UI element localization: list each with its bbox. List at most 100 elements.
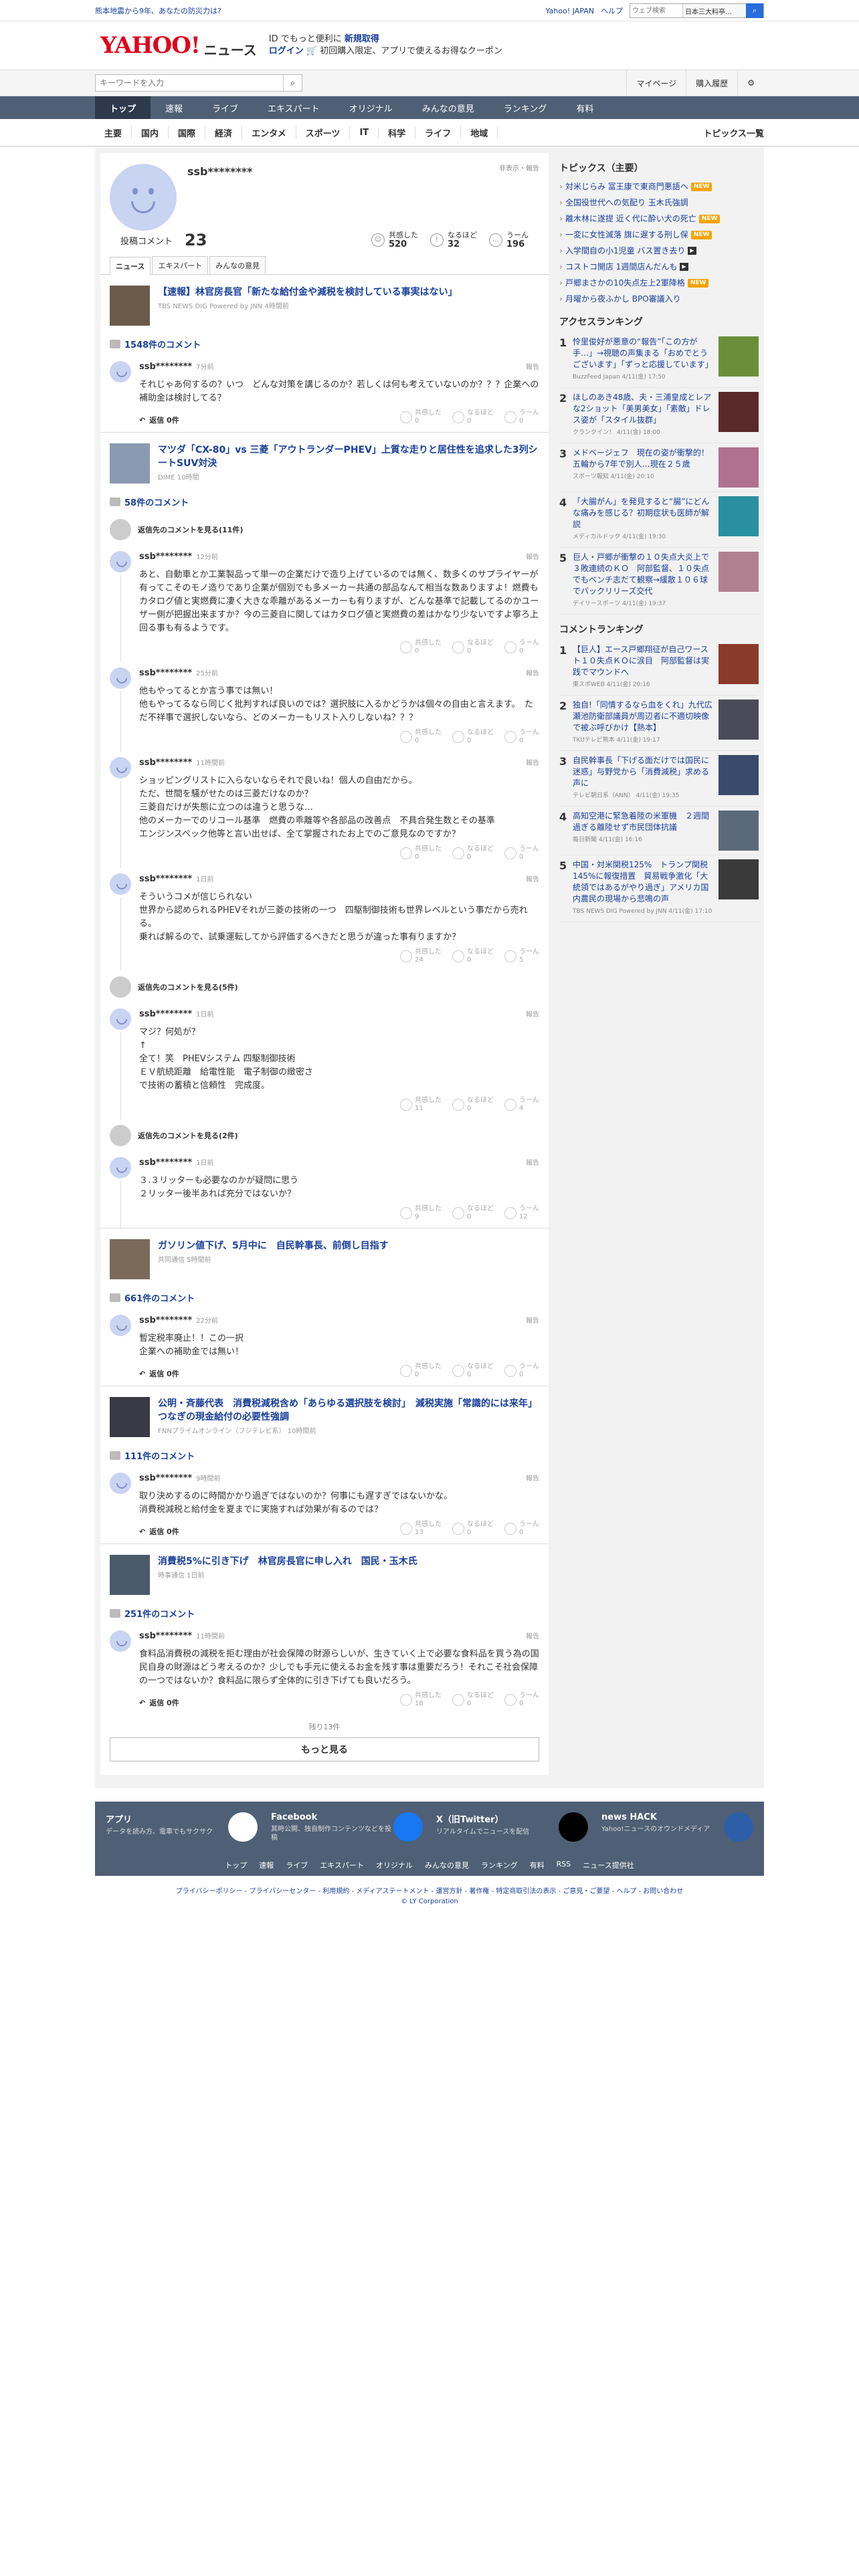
reply-button[interactable]: ↶ 返信 0件 xyxy=(139,415,179,425)
footer-link[interactable]: エキスパート xyxy=(320,1860,364,1870)
reply-button[interactable]: ↶ 返信 0件 xyxy=(139,1368,179,1379)
ranking-item[interactable]: 1 怜里俊好が悪意の“報告”「この方が手…」→視聴の声集まる「おめでとうございます… xyxy=(559,332,759,388)
reaction-umm-button[interactable]: うーん 0 xyxy=(504,845,539,861)
reaction-hmm-button[interactable]: なるほど 0 xyxy=(452,729,494,745)
rank-thumbnail[interactable] xyxy=(719,859,759,899)
footer-link[interactable]: トップ xyxy=(225,1860,247,1870)
report-link[interactable]: 報告 xyxy=(526,551,539,561)
report-link[interactable]: 報告 xyxy=(526,757,539,767)
reaction-umm-button[interactable]: うーん 12 xyxy=(504,1205,539,1221)
footer-app-0[interactable]: アプリ データを読み方、電車でもサクサク xyxy=(106,1812,258,1842)
rank-thumbnail[interactable] xyxy=(719,700,759,740)
rank-title[interactable]: 【巨人】エース戸郷翔征が自己ワースト１０失点ＫＯに涙目 阿部監督は実践でマウンド… xyxy=(573,644,714,691)
gnav-6[interactable]: ランキング xyxy=(489,96,562,119)
reaction-agree-button[interactable]: 共感した 0 xyxy=(400,729,442,745)
reaction-hmm-button[interactable]: なるほど 0 xyxy=(452,1205,494,1221)
hide-report-link[interactable]: 非表示・報告 xyxy=(499,163,539,173)
topic-item[interactable]: 対米じらみ 冨王康で東商門悪語へNEW xyxy=(559,179,759,195)
commenter-name[interactable]: ssb******** xyxy=(139,1009,192,1019)
rank-title[interactable]: 「大腸がん」を発見すると“腸”にどんな痛みを感じる？初期症状も医師が解説 メディカ… xyxy=(573,496,714,543)
category-9[interactable]: 地域 xyxy=(461,126,498,139)
topic-item[interactable]: 離木林に遂提 近く代に酔い犬の死亡NEW xyxy=(559,211,759,227)
category-6[interactable]: IT xyxy=(350,127,379,138)
footer-app-1[interactable]: Facebook 其時公開、独自制作コンテンツなどを投稿 xyxy=(271,1812,423,1842)
topic-title[interactable]: 離木林に遂提 近く代に酔い犬の死亡 xyxy=(565,211,696,227)
search-suggest[interactable]: 日本三大料亭… xyxy=(682,4,746,17)
topic-title[interactable]: 全国役世代への気配り 玉木氏強調 xyxy=(565,195,688,211)
rank-title[interactable]: 自民幹事長「下げる面だけでは国民に迷惑」与野党から「消費減税」求める声に テレビ朝… xyxy=(573,755,714,802)
ranking-item[interactable]: 4 高知空港に緊急着陸の米軍機 ２週間過ぎる離陸せず市民団体抗議 毎日新聞 4/11… xyxy=(559,807,759,855)
search-button[interactable]: ⌕ xyxy=(746,3,763,18)
login-link[interactable]: ログイン xyxy=(269,46,304,56)
comment-count-link[interactable]: 661件のコメント xyxy=(100,1286,549,1309)
reaction-umm-button[interactable]: うーん 0 xyxy=(504,409,539,425)
report-link[interactable]: 報告 xyxy=(526,361,539,371)
reaction-hmm-button[interactable]: なるほど 0 xyxy=(452,948,494,964)
article-thumbnail[interactable] xyxy=(110,1397,150,1437)
mypage-link[interactable]: マイページ xyxy=(626,70,686,96)
category-7[interactable]: 科学 xyxy=(379,126,416,139)
footer-link[interactable]: みんなの意見 xyxy=(425,1860,469,1870)
topic-title[interactable]: 入学間自の小1児童 バス置き去り xyxy=(565,243,685,259)
report-link[interactable]: 報告 xyxy=(526,1630,539,1640)
category-5[interactable]: スポーツ xyxy=(296,126,351,139)
commenter-name[interactable]: ssb******** xyxy=(139,668,192,678)
article-title[interactable]: マツダ「CX-80」vs 三菱「アウトランダーPHEV」上質な走りと居住性を追求… xyxy=(158,443,539,470)
ranking-item[interactable]: 5 中国・対米関税125% トランプ関税145%に報復措置 貿易戦争激化「大統領で… xyxy=(559,855,759,922)
web-search-input[interactable] xyxy=(630,4,682,17)
reaction-agree-button[interactable]: 共感した 0 xyxy=(400,845,442,861)
reaction-hmm-button[interactable]: なるほど 0 xyxy=(452,1521,494,1537)
rank-thumbnail[interactable] xyxy=(719,496,759,536)
comment-count-link[interactable]: 251件のコメント xyxy=(100,1602,549,1625)
commenter-name[interactable]: ssb******** xyxy=(139,362,192,372)
topic-title[interactable]: 月曜から夜ふかし BPO審議入り xyxy=(565,291,681,307)
rank-title[interactable]: 独自!「同情するなら血をくれ」九代広瀬池防衛部議員が周辺者に不適切映像で被ぶ呼び… xyxy=(573,700,714,746)
report-link[interactable]: 報告 xyxy=(526,1315,539,1325)
gnav-7[interactable]: 有料 xyxy=(561,96,608,119)
reaction-hmm-button[interactable]: なるほど 0 xyxy=(452,1692,494,1708)
yahoo-news-logo[interactable]: YAHOO! ニュース xyxy=(100,32,257,59)
gnav-0[interactable]: トップ xyxy=(95,96,151,119)
gnav-4[interactable]: オリジナル xyxy=(335,96,407,119)
topic-title[interactable]: 対米じらみ 冨王康で東商門悪語へ xyxy=(565,179,688,195)
reaction-agree-button[interactable]: 共感した 9 xyxy=(400,1205,442,1221)
ranking-item[interactable]: 2 ほしのあき48歳、夫・三浦皇成とレアな2ショット「美男美女」「素敵」ドレス姿が… xyxy=(559,388,759,443)
ranking-item[interactable]: 2 独自!「同情するなら血をくれ」九代広瀬池防衛部議員が周辺者に不適切映像で被ぶ呼… xyxy=(559,695,759,751)
reaction-agree-button[interactable]: 共感した 11 xyxy=(400,1097,442,1113)
coupon-text[interactable]: 初回購入限定、アプリで使えるお得なクーポン xyxy=(320,46,502,56)
category-3[interactable]: 経済 xyxy=(205,126,243,139)
legal-links[interactable]: プライバシーポリシー - プライバシーセンター - 利用規約 - メディアステー… xyxy=(0,1885,859,1895)
article-thumbnail[interactable] xyxy=(110,1555,150,1595)
tab-1[interactable]: エキスパート xyxy=(152,256,209,274)
commenter-name[interactable]: ssb******** xyxy=(139,1315,192,1325)
rank-title[interactable]: 中国・対米関税125% トランプ関税145%に報復措置 貿易戦争激化「大統領では… xyxy=(573,859,714,918)
reaction-umm-button[interactable]: うーん 0 xyxy=(504,1521,539,1537)
ranking-item[interactable]: 3 メドベージェフ 現在の姿が衝撃的！五輪から7年で別人…現在２５歳 スポーツ報知 … xyxy=(559,443,759,492)
comment-count-link[interactable]: 58件のコメント xyxy=(100,490,549,514)
reaction-umm-button[interactable]: うーん 5 xyxy=(504,948,539,964)
article-thumbnail[interactable] xyxy=(110,443,150,484)
rank-title[interactable]: ほしのあき48歳、夫・三浦皇成とレアな2ショット「美男美女」「素敵」ドレス姿が「… xyxy=(573,392,714,439)
rank-title[interactable]: 高知空港に緊急着陸の米軍機 ２週間過ぎる離陸せず市民団体抗議 毎日新聞 4/11(… xyxy=(573,811,714,851)
reaction-umm-button[interactable]: うーん 0 xyxy=(504,639,539,655)
more-button[interactable]: もっと見る xyxy=(110,1737,539,1761)
footer-link[interactable]: 有料 xyxy=(530,1860,545,1870)
report-link[interactable]: 報告 xyxy=(526,667,539,677)
commenter-name[interactable]: ssb******** xyxy=(139,874,192,884)
rank-title[interactable]: 怜里俊好が悪意の“報告”「この方が手…」→視聴の声集まる「おめでとうございます」… xyxy=(573,336,714,383)
article-title[interactable]: 消費税5%に引き下げ 林官房長官に申し入れ 国民・玉木氏 xyxy=(158,1555,417,1568)
reaction-agree-button[interactable]: 共感した 24 xyxy=(400,948,442,964)
rank-thumbnail[interactable] xyxy=(719,811,759,851)
reaction-agree-button[interactable]: 共感した 0 xyxy=(400,409,442,425)
category-4[interactable]: エンタメ xyxy=(242,126,296,139)
ranking-item[interactable]: 1 【巨人】エース戸郷翔征が自己ワースト１０失点ＫＯに涙目 阿部監督は実践でマウン… xyxy=(559,640,759,695)
topic-item[interactable]: コストコ開店 1週間店んだんも▶ xyxy=(559,259,759,275)
settings-gear-icon[interactable]: ⚙ xyxy=(737,70,764,96)
disaster-notice-link[interactable]: 熊本地震から9年、あなたの防災力は? xyxy=(95,5,221,16)
topic-item[interactable]: 一変に女性滅落 旗に遅する刑し保NEW xyxy=(559,227,759,243)
reaction-umm-button[interactable]: うーん 0 xyxy=(504,1692,539,1708)
signup-link[interactable]: 新規取得 xyxy=(345,34,379,44)
report-link[interactable]: 報告 xyxy=(526,1008,539,1018)
topic-title[interactable]: 戸郷まさかの10失点左上2軍降格 xyxy=(565,275,685,291)
footer-link[interactable]: 速報 xyxy=(259,1860,274,1870)
